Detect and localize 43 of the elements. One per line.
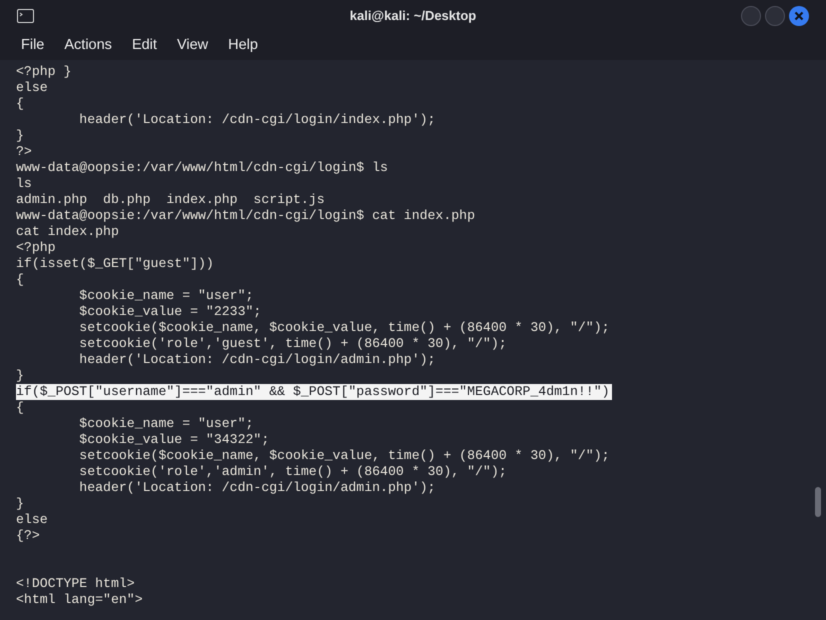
window-title: kali@kali: ~/Desktop xyxy=(348,7,478,26)
maximize-button[interactable] xyxy=(765,6,785,26)
terminal-line: setcookie('role','admin', time() + (86400 * 30), "/"); xyxy=(78,464,507,480)
terminal-line: <html lang="en"> xyxy=(16,592,143,608)
terminal-line: else xyxy=(16,512,48,528)
terminal-line: { xyxy=(16,272,24,288)
menu-item[interactable]: View xyxy=(168,35,218,57)
terminal-line: if(isset($_GET["guest"])) xyxy=(16,256,214,272)
terminal-line: www-data@oopsie:/var/www/html/cdn-cgi/login$ cat index.php xyxy=(16,208,475,224)
terminal-line: $cookie_name = "user"; xyxy=(78,416,254,432)
menu-item[interactable]: Edit xyxy=(122,35,166,57)
terminal-line: setcookie($cookie_name, $cookie_value, time() + (86400 * 30), "/"); xyxy=(78,448,610,464)
terminal-line: header('Location: /cdn-cgi/login/index.php'); xyxy=(78,112,436,128)
terminal-line: $cookie_value = "2233"; xyxy=(78,304,262,320)
terminal-line: <?php } xyxy=(16,64,72,80)
terminal-line: $cookie_value = "34322"; xyxy=(78,432,270,448)
terminal-line: cat index.php xyxy=(16,224,119,240)
scrollbar-thumb[interactable] xyxy=(815,487,821,517)
terminal-line: <?php xyxy=(16,240,56,256)
terminal-line: } xyxy=(16,368,24,384)
terminal-line: ?> xyxy=(16,144,32,160)
terminal-line: header('Location: /cdn-cgi/login/admin.php'); xyxy=(78,480,436,496)
close-icon xyxy=(794,11,804,21)
close-button[interactable] xyxy=(789,6,809,26)
terminal-line: $cookie_name = "user"; xyxy=(78,288,254,304)
terminal-line: } xyxy=(16,128,24,144)
minimize-button[interactable] xyxy=(741,6,761,26)
terminal-line: } xyxy=(16,496,24,512)
menu-item[interactable]: Help xyxy=(219,35,267,57)
terminal-line: www-data@oopsie:/var/www/html/cdn-cgi/login$ ls xyxy=(16,160,388,176)
terminal-line: { xyxy=(16,96,24,112)
terminal-line: ls xyxy=(16,176,32,192)
terminal-icon xyxy=(17,9,34,23)
terminal-line: setcookie('role','guest', time() + (86400 * 30), "/"); xyxy=(78,336,507,352)
terminal-line: { xyxy=(16,400,24,416)
menu-item[interactable]: Actions xyxy=(55,35,121,57)
terminal-line: setcookie($cookie_name, $cookie_value, time() + (86400 * 30), "/"); xyxy=(78,320,610,336)
terminal-line: {?> xyxy=(16,528,40,544)
terminal-line: else xyxy=(16,80,48,96)
terminal-line: header('Location: /cdn-cgi/login/admin.php'); xyxy=(78,352,436,368)
menu-item[interactable]: File xyxy=(12,35,54,57)
terminal-line: <!DOCTYPE html> xyxy=(16,576,135,592)
terminal-line: admin.php db.php index.php script.js xyxy=(16,192,325,208)
